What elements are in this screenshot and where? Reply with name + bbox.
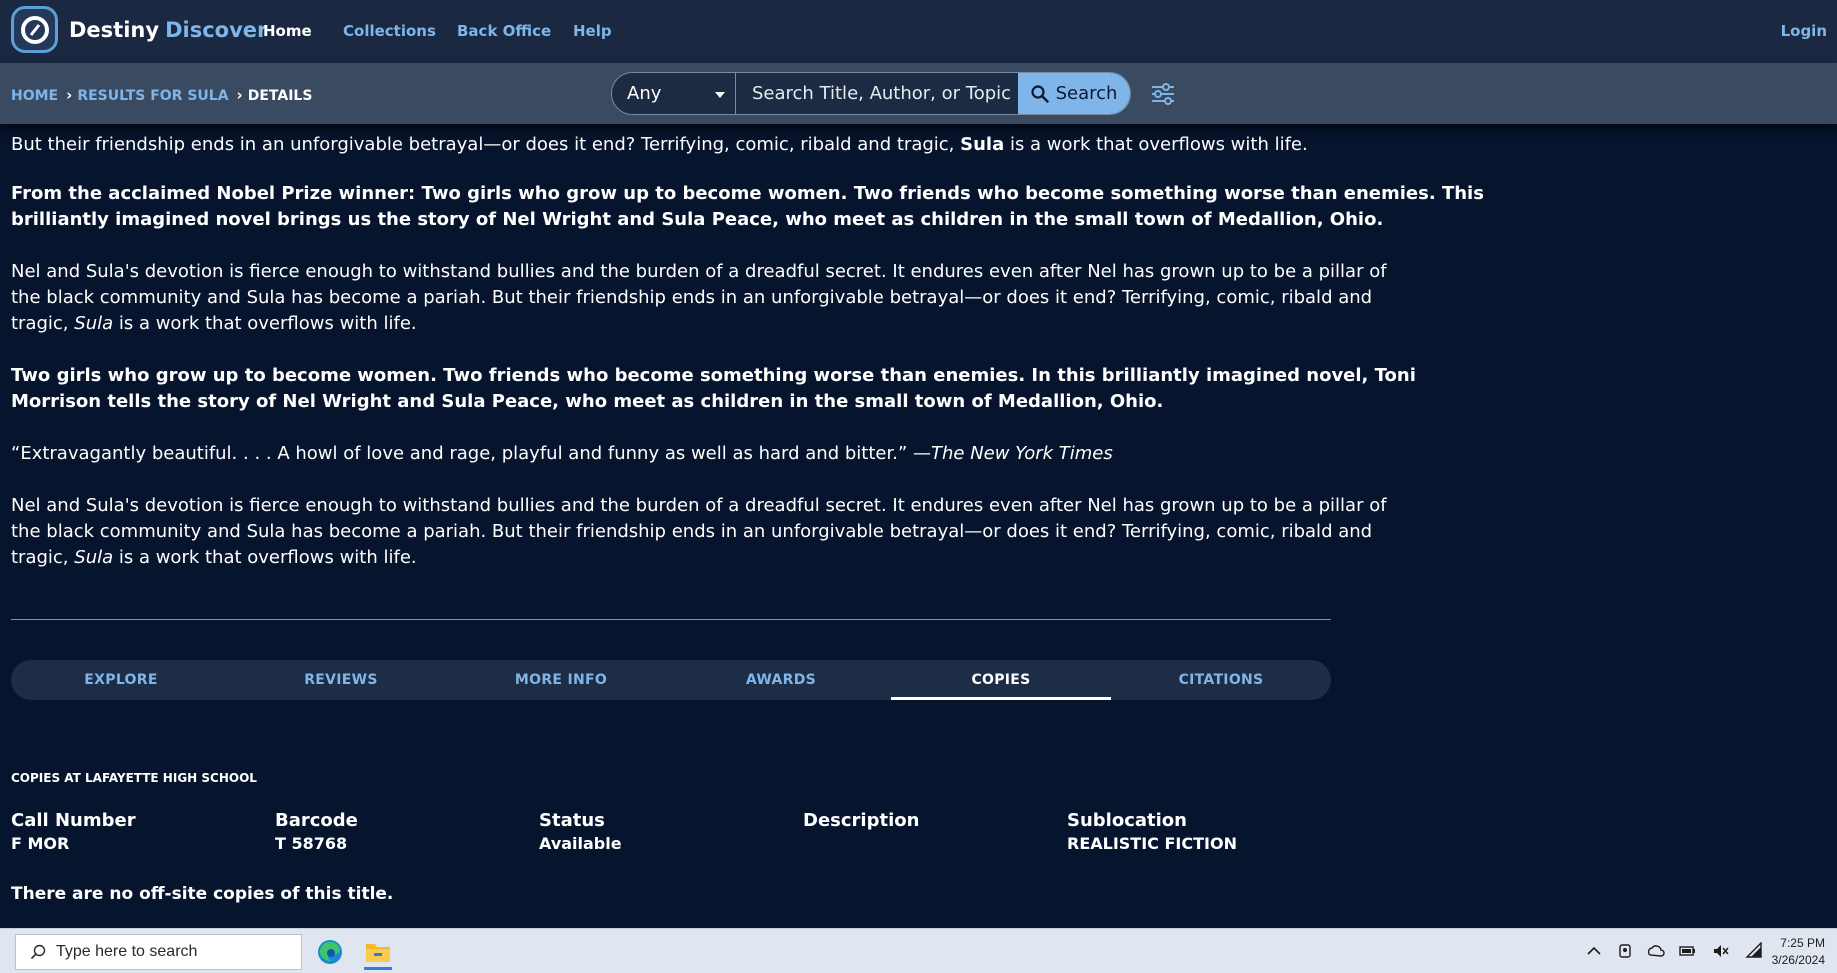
brand-discover: Discover (165, 18, 268, 42)
taskbar-search-placeholder: Type here to search (56, 943, 198, 960)
breadcrumb-results[interactable]: RESULTS FOR SULA (77, 88, 228, 104)
tab-more-info[interactable]: MORE INFO (451, 660, 671, 700)
tab-reviews[interactable]: REVIEWS (231, 660, 451, 700)
brand-destiny: Destiny (69, 18, 160, 42)
taskbar-search-box[interactable]: Type here to search (15, 934, 302, 970)
search-icon (30, 944, 46, 960)
column-header-status: Status (539, 810, 605, 831)
description-paragraph-1-line-2: brilliantly imagined novel brings us the… (11, 209, 1384, 230)
speaker-muted-icon[interactable] (1712, 942, 1730, 960)
login-link[interactable]: Login (1781, 22, 1827, 40)
description-paragraph-3-line-1: Two girls who grow up to become women. T… (11, 365, 1416, 386)
description-paragraph-4-line-1: Nel and Sula's devotion is fierce enough… (11, 495, 1387, 516)
tab-copies[interactable]: COPIES (891, 660, 1111, 700)
filter-settings-icon[interactable] (1150, 82, 1176, 106)
search-icon (1030, 84, 1049, 103)
description-paragraph-2-line-1: Nel and Sula's devotion is fierce enough… (11, 261, 1387, 282)
search-button-label: Search (1055, 83, 1118, 104)
description-paragraph-2-line-3: tragic, Sula is a work that overflows wi… (11, 313, 417, 334)
destiny-logo-icon[interactable] (11, 6, 58, 53)
wifi-icon[interactable] (1745, 942, 1763, 960)
breadcrumb-current: DETAILS (247, 88, 313, 104)
nav-home[interactable]: Home (263, 22, 312, 40)
onedrive-sync-icon[interactable] (1647, 942, 1665, 960)
copy-call-number: F MOR (11, 834, 70, 853)
column-header-sublocation: Sublocation (1067, 810, 1187, 831)
clock-date: 3/26/2024 (1771, 953, 1825, 967)
copy-sublocation: REALISTIC FICTION (1067, 834, 1237, 853)
search-button[interactable]: Search (1018, 73, 1130, 114)
search-scope-select[interactable]: Any (612, 73, 735, 114)
clock-time: 7:25 PM (1780, 936, 1825, 950)
description-paragraph-3-line-2: Morrison tells the story of Nel Wright a… (11, 391, 1164, 412)
review-quote: “Extravagantly beautiful. . . . A howl o… (11, 443, 1113, 464)
breadcrumb-home[interactable]: HOME (11, 88, 58, 104)
description-paragraph-4-line-3: tragic, Sula is a work that overflows wi… (11, 547, 417, 568)
description-paragraph-2-line-2: the black community and Sula has become … (11, 287, 1373, 308)
description-paragraph-1-line-1: From the acclaimed Nobel Prize winner: T… (11, 183, 1484, 204)
chevron-up-icon[interactable] (1585, 942, 1603, 960)
column-header-call-number: Call Number (11, 810, 136, 831)
brand-name[interactable]: Destiny Discover (69, 18, 267, 42)
column-header-barcode: Barcode (275, 810, 358, 831)
active-app-indicator (364, 967, 392, 970)
windows-taskbar: Type here to search 7:25 PM 3/26/2024 (0, 928, 1837, 973)
chevron-right-icon: › (236, 86, 243, 104)
description-partial-line: But their friendship ends in an unforgiv… (11, 134, 1308, 155)
chevron-right-icon: › (66, 86, 73, 104)
search-input[interactable]: Search Title, Author, or Topic (735, 73, 1018, 114)
file-explorer-icon[interactable] (360, 934, 396, 970)
quote-source: The New York Times (931, 443, 1113, 464)
offsite-copies-note: There are no off-site copies of this tit… (11, 884, 394, 904)
column-header-description: Description (803, 810, 920, 831)
details-tabs: EXPLORE REVIEWS MORE INFO AWARDS COPIES … (11, 660, 1331, 700)
tab-explore[interactable]: EXPLORE (11, 660, 231, 700)
edge-browser-icon[interactable] (312, 934, 348, 970)
search-form: Any Search Title, Author, or Topic Searc… (611, 72, 1131, 115)
copy-status: Available (539, 834, 622, 853)
top-nav: Destiny Discover Home Collections Back Of… (0, 0, 1837, 63)
nav-collections[interactable]: Collections (343, 22, 436, 40)
copies-heading: COPIES AT LAFAYETTE HIGH SCHOOL (11, 771, 257, 785)
tab-awards[interactable]: AWARDS (671, 660, 891, 700)
battery-icon[interactable] (1678, 942, 1696, 960)
search-scope-value: Any (627, 83, 662, 104)
copy-barcode: T 58768 (275, 834, 348, 853)
tab-citations[interactable]: CITATIONS (1111, 660, 1331, 700)
search-bar-row: HOME › RESULTS FOR SULA › DETAILS Any Search… (0, 63, 1837, 124)
meet-now-icon[interactable] (1616, 942, 1634, 960)
breadcrumb: HOME › RESULTS FOR SULA › DETAILS (11, 86, 312, 104)
caret-down-icon (715, 92, 725, 98)
system-clock[interactable]: 7:25 PM 3/26/2024 (1772, 935, 1825, 969)
nav-help[interactable]: Help (573, 22, 612, 40)
section-divider (11, 619, 1331, 620)
description-paragraph-4-line-2: the black community and Sula has become … (11, 521, 1373, 542)
nav-back-office[interactable]: Back Office (457, 22, 551, 40)
